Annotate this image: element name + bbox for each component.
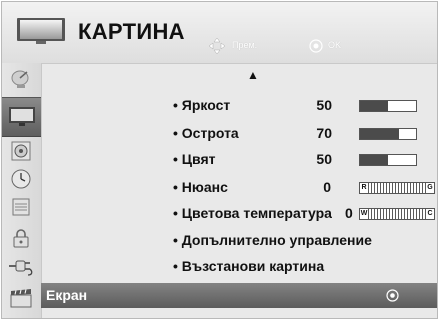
sidebar-item-time[interactable] bbox=[4, 166, 38, 192]
picture-menu-osd: КАРТИНА Прем. OK ▲ • Яркост 50 • Острота… bbox=[1, 1, 438, 319]
menu-item-brightness[interactable]: • Яркост 50 bbox=[173, 97, 387, 119]
ok-button-icon bbox=[386, 289, 399, 302]
tv-screen-icon bbox=[17, 18, 65, 44]
menu-item-label: • Острота bbox=[173, 125, 239, 141]
sidebar-item-lock[interactable] bbox=[4, 225, 38, 251]
sidebar-item-audio[interactable] bbox=[4, 138, 38, 164]
balance-right-label: C bbox=[426, 209, 434, 219]
menu-item-label: Екран bbox=[46, 287, 88, 303]
menu-item-picture-reset[interactable]: • Възстанови картина bbox=[173, 258, 403, 280]
menu-item-label: • Цвят bbox=[173, 151, 216, 167]
lock-icon bbox=[13, 229, 29, 248]
menu-item-color-temperature[interactable]: • Цветова температура bbox=[173, 205, 373, 227]
page-title: КАРТИНА bbox=[78, 19, 185, 44]
tint-balance-bar[interactable]: R G bbox=[359, 182, 435, 194]
balance-right-label: G bbox=[426, 183, 434, 193]
menu-item-value: 70 bbox=[316, 125, 332, 141]
menu-item-sharpness[interactable]: • Острота 70 bbox=[173, 125, 387, 147]
menu-item-tint[interactable]: • Нюанс 0 bbox=[173, 179, 373, 201]
clock-icon bbox=[11, 169, 31, 189]
options-icon bbox=[12, 198, 30, 216]
menu-header: КАРТИНА Прем. OK bbox=[2, 2, 437, 64]
menu-item-advanced-control[interactable]: • Допълнително управление bbox=[173, 232, 403, 254]
sidebar-item-picture[interactable] bbox=[2, 97, 41, 137]
input-plug-icon bbox=[9, 260, 33, 276]
scroll-up-arrow-icon[interactable]: ▲ bbox=[247, 68, 259, 82]
balance-left-label: W bbox=[360, 209, 368, 219]
sharpness-level-bar[interactable] bbox=[359, 128, 417, 140]
menu-item-value: 0 bbox=[323, 179, 331, 195]
ok-button-icon bbox=[309, 39, 323, 53]
satellite-dish-icon bbox=[11, 70, 29, 88]
menu-item-value: 50 bbox=[316, 151, 332, 167]
menu-item-label: • Нюанс bbox=[173, 179, 228, 195]
menu-item-label: • Яркост bbox=[173, 97, 231, 113]
hint-ok-label: OK bbox=[328, 40, 342, 50]
menu-item-value: 0 bbox=[345, 205, 353, 221]
sidebar-item-media[interactable] bbox=[4, 285, 38, 311]
menu-item-label: • Цветова температура bbox=[173, 205, 332, 221]
menu-content: ▲ • Яркост 50 • Острота 70 • Цвят 50 • Н… bbox=[41, 63, 437, 318]
menu-item-value: 50 bbox=[316, 97, 332, 113]
color-level-bar[interactable] bbox=[359, 154, 417, 166]
four-direction-arrows-icon bbox=[208, 37, 226, 55]
brightness-level-bar[interactable] bbox=[359, 100, 417, 112]
color-temperature-balance-bar[interactable]: W C bbox=[359, 208, 435, 220]
menu-item-label: • Допълнително управление bbox=[173, 232, 372, 248]
tv-screen-icon bbox=[8, 107, 35, 126]
speaker-icon bbox=[11, 141, 31, 161]
menu-item-color[interactable]: • Цвят 50 bbox=[173, 151, 387, 173]
movie-clapper-icon bbox=[10, 289, 32, 308]
sidebar-item-setup[interactable] bbox=[4, 66, 38, 92]
sidebar-item-input[interactable] bbox=[4, 253, 38, 279]
menu-item-label: • Възстанови картина bbox=[173, 258, 325, 274]
sidebar-item-options[interactable] bbox=[4, 194, 38, 220]
category-sidebar bbox=[2, 63, 42, 318]
hint-move-label: Прем. bbox=[232, 40, 258, 50]
balance-left-label: R bbox=[360, 183, 368, 193]
menu-item-screen[interactable]: Екран bbox=[41, 283, 437, 308]
